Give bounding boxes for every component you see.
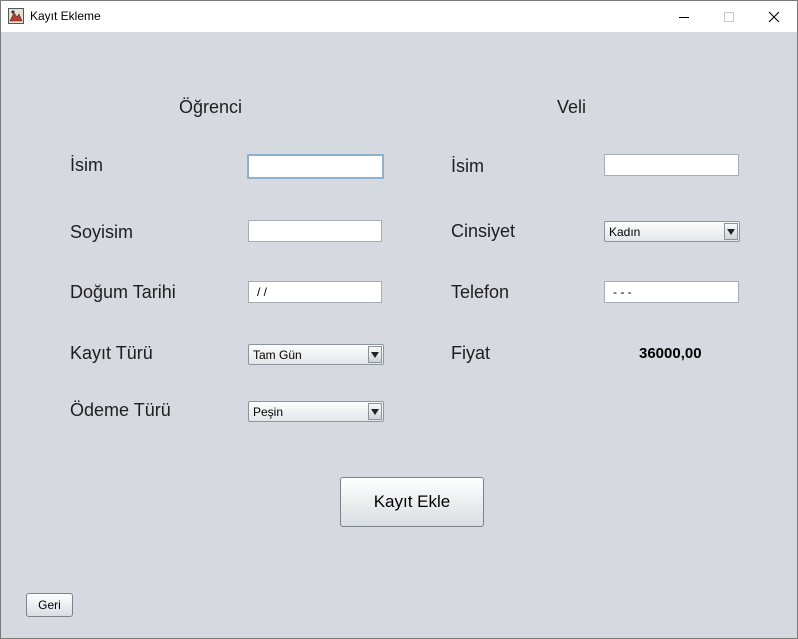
student-name-field[interactable] bbox=[247, 154, 384, 179]
gender-select[interactable]: Kadın bbox=[604, 221, 740, 242]
student-birthdate-field[interactable]: / / bbox=[248, 281, 382, 303]
registration-type-select[interactable]: Tam Gün bbox=[248, 344, 384, 365]
gender-label: Cinsiyet bbox=[451, 221, 516, 241]
maximize-icon bbox=[723, 11, 734, 22]
student-header: Öğrenci bbox=[179, 97, 243, 117]
title-bar[interactable]: Kayıt Ekleme bbox=[1, 1, 797, 32]
window-title: Kayıt Ekleme bbox=[30, 9, 101, 23]
minimize-icon bbox=[678, 16, 689, 18]
back-button[interactable]: Geri bbox=[26, 593, 73, 617]
registration-type-label: Kayıt Türü bbox=[70, 343, 153, 363]
app-icon bbox=[8, 8, 24, 24]
registration-type-value: Tam Gün bbox=[253, 348, 302, 362]
student-name-label: İsim bbox=[70, 155, 103, 175]
student-birthdate-label: Doğum Tarihi bbox=[70, 282, 176, 302]
phone-field[interactable]: - - - bbox=[604, 281, 739, 303]
add-record-button[interactable]: Kayıt Ekle bbox=[340, 477, 484, 527]
phone-label: Telefon bbox=[451, 282, 510, 302]
parent-name-label: İsim bbox=[451, 156, 484, 176]
parent-name-field[interactable] bbox=[604, 154, 739, 176]
payment-type-select[interactable]: Peşin bbox=[248, 401, 384, 422]
price-value: 36000,00 bbox=[639, 345, 702, 362]
chevron-down-icon[interactable] bbox=[368, 346, 382, 363]
close-icon bbox=[768, 11, 779, 22]
parent-header: Veli bbox=[557, 97, 587, 117]
maximize-button[interactable] bbox=[706, 1, 751, 32]
chevron-down-icon[interactable] bbox=[724, 223, 738, 240]
price-label: Fiyat bbox=[451, 343, 491, 363]
student-surname-label: Soyisim bbox=[70, 222, 134, 242]
registration-window: Kayıt Ekleme Öğrenci Veli İsim Soyisim D… bbox=[0, 0, 798, 639]
close-button[interactable] bbox=[751, 1, 796, 32]
chevron-down-icon[interactable] bbox=[368, 403, 382, 420]
student-surname-field[interactable] bbox=[248, 220, 382, 242]
minimize-button[interactable] bbox=[661, 1, 706, 32]
payment-type-value: Peşin bbox=[253, 405, 284, 419]
gender-value: Kadın bbox=[609, 225, 641, 239]
payment-type-label: Ödeme Türü bbox=[70, 400, 171, 420]
